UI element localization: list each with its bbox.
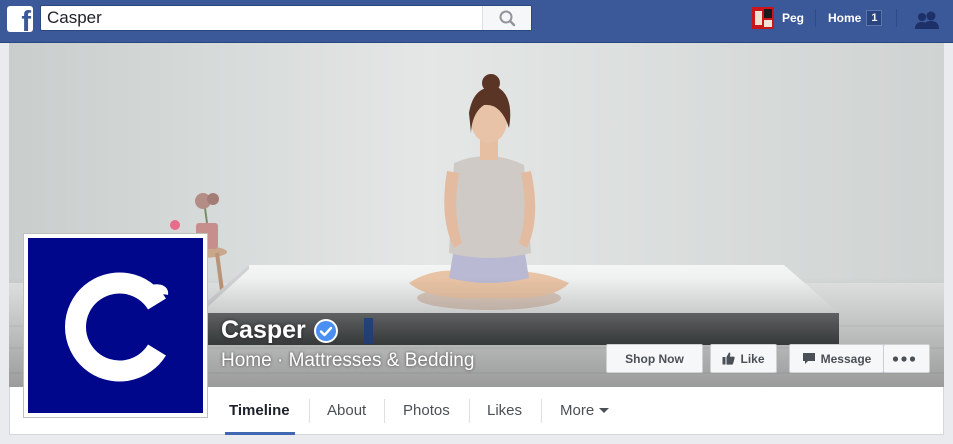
divider	[309, 399, 310, 423]
divider	[896, 9, 897, 27]
divider	[469, 399, 470, 423]
profile-link[interactable]: Peg	[752, 5, 804, 31]
tab-label: About	[327, 402, 367, 419]
ellipsis-icon	[892, 355, 916, 362]
tab-label: Photos	[403, 402, 450, 419]
message-button[interactable]: Message	[789, 344, 884, 373]
user-name: Peg	[782, 11, 805, 25]
thumbs-up-icon	[722, 352, 736, 365]
top-navigation-bar: f Peg Home 1	[0, 0, 953, 43]
page-title[interactable]: Casper	[221, 316, 338, 345]
tab-label: Likes	[487, 402, 523, 419]
like-button[interactable]: Like	[710, 344, 777, 373]
message-label: Message	[820, 351, 872, 366]
chevron-down-icon	[599, 408, 610, 413]
verified-check-icon	[313, 318, 338, 343]
tab-label: More	[560, 402, 595, 419]
search-icon	[499, 10, 516, 27]
search-button[interactable]	[482, 6, 531, 30]
home-link[interactable]: Home 1	[828, 5, 883, 31]
tab-about[interactable]: About	[327, 387, 366, 434]
page-category[interactable]: Home · Mattresses & Bedding	[221, 350, 474, 372]
divider	[541, 399, 542, 423]
more-options-button[interactable]	[883, 344, 930, 373]
message-icon	[802, 353, 815, 364]
avatar	[752, 7, 774, 29]
tab-likes[interactable]: Likes	[487, 387, 522, 434]
page-name-text: Casper	[221, 316, 306, 344]
shop-now-button[interactable]: Shop Now	[606, 344, 703, 373]
tab-label: Timeline	[229, 402, 290, 419]
profile-picture[interactable]	[23, 233, 208, 418]
divider	[815, 9, 816, 27]
active-tab-indicator	[225, 432, 295, 435]
like-label: Like	[740, 351, 765, 366]
shop-now-label: Shop Now	[625, 351, 684, 366]
tab-timeline[interactable]: Timeline	[229, 387, 290, 434]
friends-icon[interactable]	[913, 10, 941, 30]
home-label: Home	[828, 11, 862, 25]
tab-photos[interactable]: Photos	[403, 387, 450, 434]
tab-more[interactable]: More	[560, 387, 610, 434]
divider	[384, 399, 385, 423]
facebook-logo[interactable]: f	[7, 6, 33, 32]
search-input[interactable]	[41, 6, 487, 30]
search-box	[40, 5, 532, 31]
casper-logo	[28, 238, 203, 413]
home-notification-badge: 1	[866, 10, 883, 26]
